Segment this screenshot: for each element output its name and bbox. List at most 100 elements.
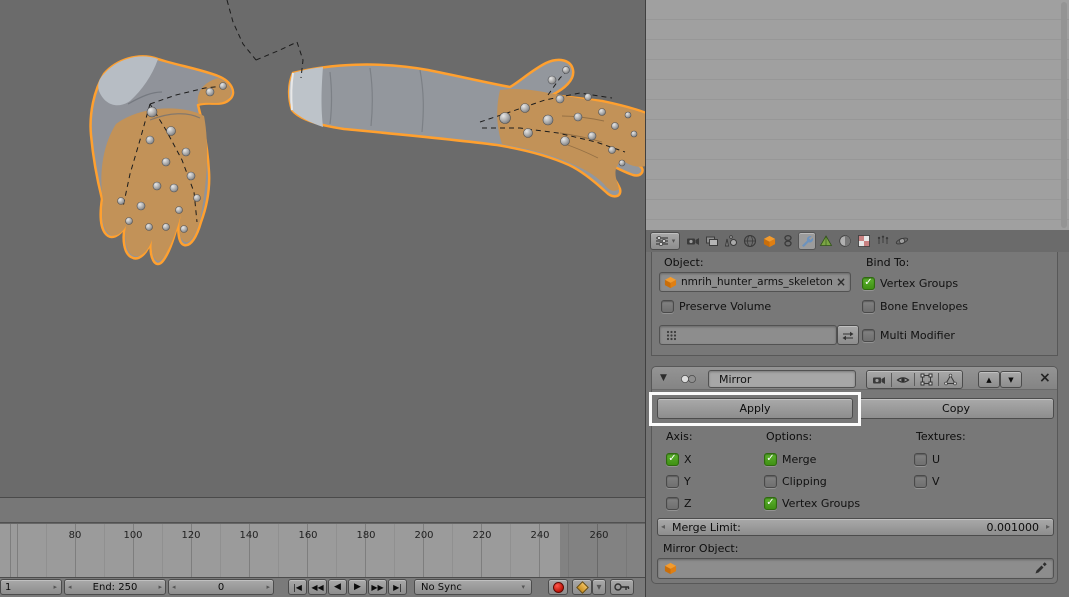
t tab-texture[interactable]: [855, 232, 873, 250]
apply-button-label: Apply: [739, 402, 771, 415]
modifier-name-field[interactable]: Mirror: [708, 370, 856, 388]
insert-keyframe-button[interactable]: [610, 579, 634, 595]
eyedropper-icon[interactable]: [1034, 562, 1047, 575]
checkbox-box: ✓: [666, 452, 679, 466]
checkbox-box: ✓: [764, 452, 777, 466]
merge-checkbox[interactable]: ✓ Merge: [764, 452, 816, 466]
next-keyframe-button[interactable]: ▶▶: [368, 579, 387, 595]
delete-modifier-icon[interactable]: ×: [1039, 370, 1051, 386]
keying-set-button[interactable]: [572, 579, 592, 595]
current-frame-field[interactable]: ◂ 0 ▸: [168, 579, 274, 595]
texture-u-checkbox[interactable]: ✓ U: [914, 452, 940, 466]
sync-mode-dropdown[interactable]: No Sync ▾: [414, 579, 532, 595]
bone-envelopes-checkbox[interactable]: ✓ Bone Envelopes: [862, 299, 968, 313]
record-icon: [552, 581, 564, 593]
tab-render-layers[interactable]: [703, 232, 721, 250]
jump-to-end-button[interactable]: ▶|: [388, 579, 407, 595]
checkbox-box: ✓: [914, 474, 927, 488]
mesh-data-icon: [819, 234, 833, 248]
timeline-frame-label: 260: [589, 530, 609, 541]
tab-object-data[interactable]: [817, 232, 835, 250]
slider-left-icon[interactable]: ◂: [661, 522, 665, 531]
tab-render[interactable]: [684, 232, 702, 250]
merge-limit-slider[interactable]: ◂ Merge Limit: 0.001000 ▸: [657, 518, 1054, 536]
play-reverse-button[interactable]: ◀: [328, 579, 347, 595]
end-label: End:: [92, 581, 116, 593]
mirror-vertex-groups-checkbox[interactable]: ✓ Vertex Groups: [764, 496, 860, 510]
preserve-volume-checkbox[interactable]: ✓ Preserve Volume: [661, 299, 771, 313]
tab-object[interactable]: [760, 232, 778, 250]
checkbox-label: Vertex Groups: [880, 276, 959, 290]
checkbox-label: Preserve Volume: [679, 299, 772, 313]
outliner-scrollbar[interactable]: [1061, 2, 1067, 228]
move-modifier-up-button[interactable]: ▲: [978, 371, 1000, 388]
sync-mode-value: No Sync: [421, 581, 462, 593]
render-visibility-toggle[interactable]: [867, 373, 891, 387]
tab-world[interactable]: [741, 232, 759, 250]
move-modifier-down-button[interactable]: ▼: [1000, 371, 1022, 388]
tab-particles[interactable]: [874, 232, 892, 250]
checkbox-box: ✓: [862, 328, 875, 342]
armature-object-name: nmrih_hunter_arms_skeleton: [681, 276, 832, 288]
expand-panel-icon[interactable]: ▼: [660, 373, 667, 383]
keying-diamond-icon: [575, 580, 589, 594]
copy-button[interactable]: Copy: [858, 398, 1054, 419]
tab-physics[interactable]: [893, 232, 911, 250]
check-icon: ✓: [864, 277, 873, 288]
stepper-right-icon: ▸: [53, 583, 57, 591]
axis-z-checkbox[interactable]: ✓ Z: [666, 496, 692, 510]
vertex-groups-checkbox[interactable]: ✓ Vertex Groups: [862, 276, 958, 290]
invert-vertex-group-button[interactable]: [837, 325, 859, 345]
edit-mode-toggle[interactable]: [914, 373, 938, 386]
play-button[interactable]: ▶: [348, 579, 367, 595]
previous-keyframe-button[interactable]: ◀◀: [308, 579, 327, 595]
on-cage-toggle[interactable]: [938, 373, 962, 386]
record-button[interactable]: [548, 579, 568, 595]
slider-right-icon[interactable]: ▸: [1046, 522, 1050, 531]
checkbox-box: ✓: [764, 474, 777, 488]
vertex-group-grid-icon: [665, 329, 678, 342]
tab-scene[interactable]: [722, 232, 740, 250]
axis-x-checkbox[interactable]: ✓ X: [666, 452, 692, 466]
3d-viewport[interactable]: [0, 0, 645, 497]
mirror-object-selector[interactable]: [657, 558, 1054, 579]
axis-y-checkbox[interactable]: ✓ Y: [666, 474, 691, 488]
jump-to-start-button[interactable]: |◀: [288, 579, 307, 595]
timeline-frame-label: 180: [356, 530, 376, 541]
vertex-group-field[interactable]: [659, 325, 837, 345]
timeline-frame-label: 240: [530, 530, 550, 541]
multi-modifier-checkbox[interactable]: ✓ Multi Modifier: [862, 328, 955, 342]
outliner-panel[interactable]: [645, 0, 1069, 230]
dropdown-icon: ▾: [671, 237, 676, 245]
armature-object-selector[interactable]: nmrih_hunter_arms_skeleton ×: [659, 272, 851, 292]
mirror-object-label: Mirror Object:: [663, 542, 739, 555]
keying-set-dropdown[interactable]: ▾: [592, 579, 606, 595]
physics-icon: [895, 234, 909, 248]
tab-material[interactable]: [836, 232, 854, 250]
tab-modifiers[interactable]: [798, 232, 816, 250]
properties-editor-type-button[interactable]: ▾: [650, 232, 680, 250]
viewport-header: ▾ ▾ ▾ Global ▾: [0, 497, 645, 523]
timeline-frame-label: 160: [298, 530, 318, 541]
frame-start-field[interactable]: 1 ▸: [0, 579, 62, 595]
checkbox-label: Y: [684, 474, 691, 488]
frame-end-field[interactable]: ◂ End: 250 ▸: [64, 579, 166, 595]
texture-v-checkbox[interactable]: ✓ V: [914, 474, 940, 488]
mirror-modifier-icon: [680, 372, 697, 386]
checker-texture-icon: [857, 234, 871, 248]
modifier-display-toggles: [866, 370, 963, 389]
checkbox-label: Z: [684, 496, 692, 510]
orange-cube-icon: [664, 276, 677, 289]
stepper-left-icon: ◂: [68, 583, 72, 591]
clear-object-icon[interactable]: ×: [836, 275, 846, 289]
checkbox-box: ✓: [666, 496, 679, 510]
checkbox-box: ✓: [862, 276, 875, 290]
tab-constraints[interactable]: [779, 232, 797, 250]
viewport-visibility-toggle[interactable]: [890, 372, 915, 387]
timeline-frame-label: 120: [181, 530, 201, 541]
checkbox-label: Vertex Groups: [782, 496, 861, 510]
apply-button[interactable]: Apply: [657, 398, 853, 419]
clipping-checkbox[interactable]: ✓ Clipping: [764, 474, 827, 488]
globe-icon: [743, 234, 757, 248]
check-icon: ✓: [766, 497, 775, 508]
